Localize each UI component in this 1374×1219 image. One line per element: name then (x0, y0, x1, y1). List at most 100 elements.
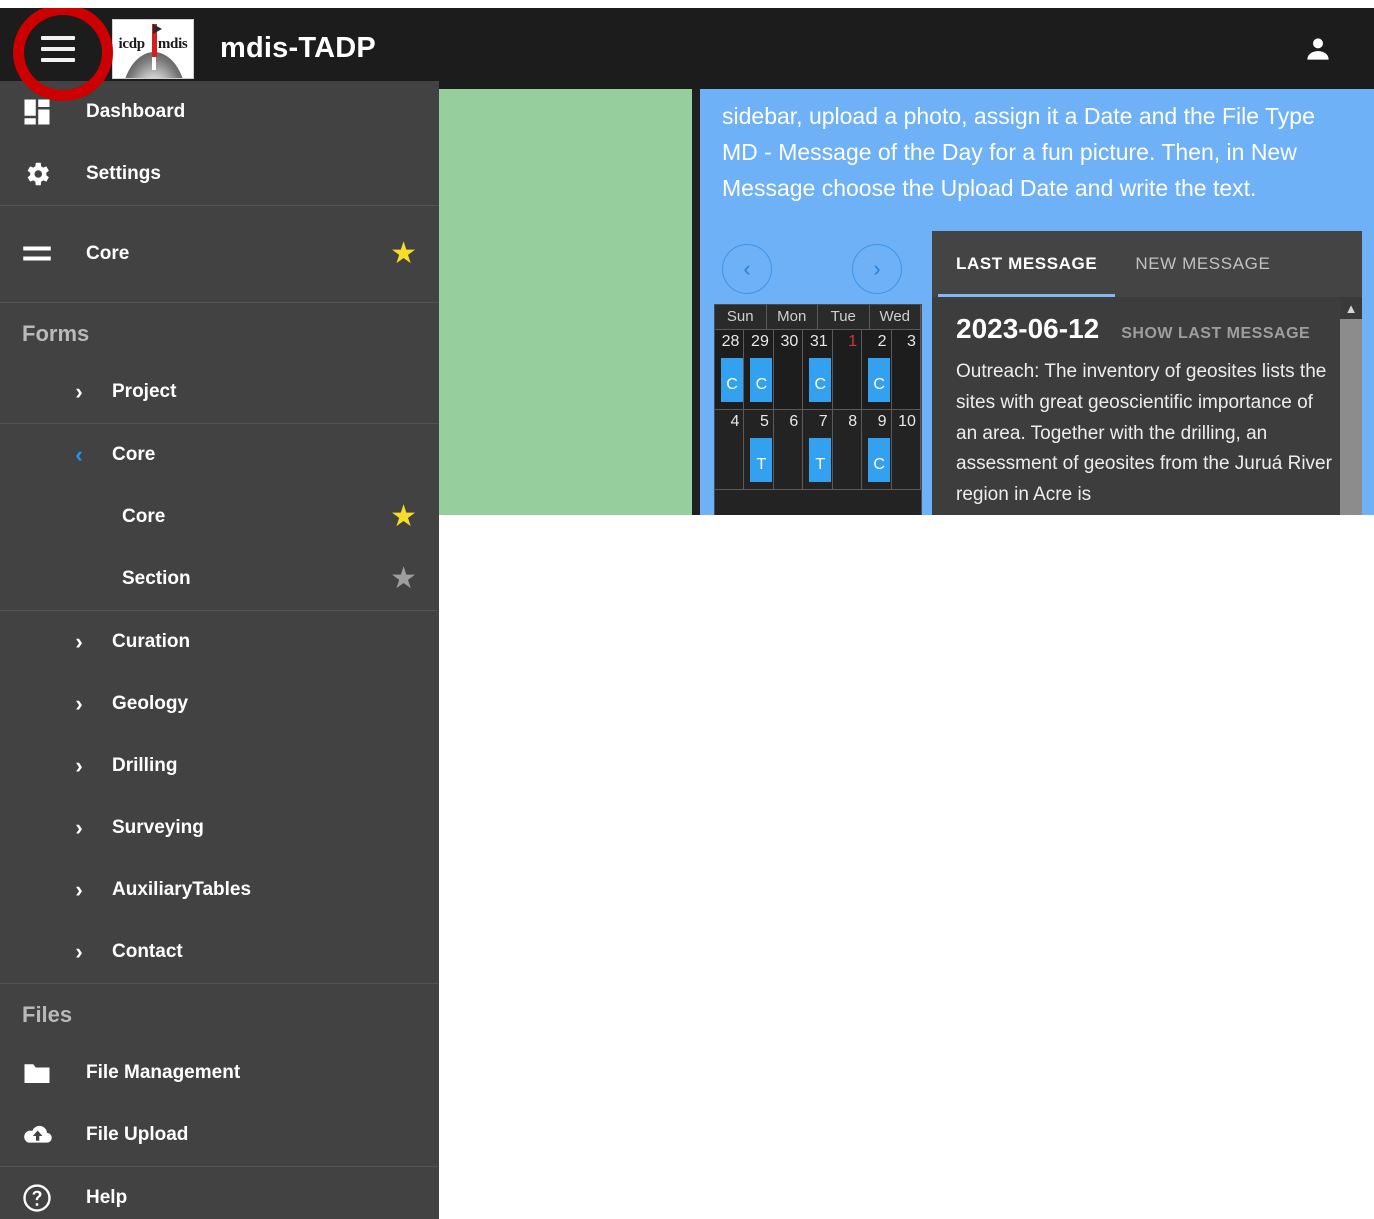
calendar-day-cell[interactable]: 2 C (862, 330, 892, 409)
favorite-star-icon[interactable]: ★ (390, 564, 417, 594)
favorite-star-icon[interactable]: ★ (390, 239, 417, 269)
sidebar-item-core-group[interactable]: ‹ Core (0, 424, 439, 486)
calendar-event-chip[interactable]: C (809, 358, 832, 402)
calendar-day-cell[interactable]: 8 (832, 410, 863, 489)
sidebar-item-core-top[interactable]: Core ★ (0, 206, 439, 302)
chevron-right-icon: › (75, 815, 83, 840)
sidebar-item-geology[interactable]: › Geology (0, 673, 439, 735)
sidebar-item-project[interactable]: › Project (0, 361, 439, 423)
chevron-right-icon[interactable]: › (852, 244, 902, 294)
sidebar-item-label: Geology (112, 693, 189, 714)
sidebar-item-surveying[interactable]: › Surveying (0, 797, 439, 859)
message-date: 2023-06-12 (956, 313, 1100, 344)
chevron-left-icon[interactable]: ‹ (722, 244, 772, 294)
favorite-star-icon[interactable]: ★ (390, 502, 417, 532)
calendar-weekday: Mon (766, 305, 818, 329)
calendar-day-number: 31 (809, 333, 828, 350)
message-card: LAST MESSAGE NEW MESSAGE 2023-06-12 SHOW… (932, 231, 1362, 515)
sidebar-section-forms-title: Forms (22, 321, 90, 346)
calendar-day-cell[interactable]: 7 T (803, 410, 833, 489)
icdp-mdis-logo: icdp mdis (112, 18, 194, 79)
calendar-day-cell[interactable]: 31 C (803, 330, 833, 409)
calendar-day-cell[interactable]: 29 C (744, 330, 774, 409)
message-text: Outreach: The inventory of geosites list… (956, 361, 1332, 506)
cloud-upload-icon (22, 1123, 66, 1147)
calendar-event-chip[interactable]: C (868, 358, 891, 402)
sidebar-item-contact[interactable]: › Contact (0, 921, 439, 983)
chevron-right-icon: › (75, 877, 83, 902)
sidebar-subitem-core[interactable]: Core ★ (0, 486, 439, 548)
sidebar-item-label: AuxiliaryTables (112, 879, 252, 900)
calendar-day-number: 2 (877, 333, 887, 350)
sidebar-item-help[interactable]: Help (0, 1167, 439, 1219)
calendar-event-chip[interactable]: C (721, 358, 743, 402)
calendar-day-number: 1 (848, 333, 858, 350)
sidebar-item-label: Dashboard (86, 101, 186, 122)
sidebar-item-label: Settings (86, 163, 161, 184)
calendar-widget[interactable]: Sun Mon Tue Wed 28 C 29 C 30 31 C 1 2 C … (714, 304, 922, 515)
logo-text-icdp: icdp (118, 35, 146, 52)
calendar-week-row: 4 5 T 6 7 T 8 9 C 10 (715, 410, 921, 490)
app-title: mdis-TADP (220, 32, 376, 64)
calendar-day-number: 4 (730, 413, 740, 430)
sidebar-item-label: Curation (112, 631, 191, 652)
tab-last-message[interactable]: LAST MESSAGE (937, 231, 1116, 297)
sidebar-item-label: File Upload (86, 1124, 189, 1145)
sidebar-subitem-section[interactable]: Section ★ (0, 548, 439, 610)
chevron-right-icon: › (75, 753, 83, 778)
calendar-day-cell[interactable]: 6 (773, 410, 804, 489)
sidebar-item-curation[interactable]: › Curation (0, 611, 439, 673)
page-top-edge (0, 0, 1374, 8)
calendar-day-cell[interactable]: 3 (891, 330, 921, 409)
account-person-icon[interactable] (1294, 25, 1342, 73)
hamburger-menu-icon[interactable] (30, 21, 86, 77)
dashboard-grid-icon (22, 97, 66, 127)
hamburger-bar (41, 57, 75, 62)
calendar-day-cell[interactable]: 28 C (715, 330, 745, 409)
sidebar-item-auxiliarytables[interactable]: › AuxiliaryTables (0, 859, 439, 921)
sidebar-item-drilling[interactable]: › Drilling (0, 735, 439, 797)
calendar-day-cell-today[interactable]: 1 (832, 330, 863, 409)
sidebar-item-label: Surveying (112, 817, 204, 838)
calendar-day-cell[interactable]: 4 (715, 410, 745, 489)
top-toolbar: icdp mdis mdis-TADP (0, 8, 1374, 89)
sidebar-item-label: Contact (112, 941, 183, 962)
list-lines-icon (22, 245, 66, 263)
logo-text-mdis: mdis (157, 35, 188, 52)
message-scrollbar[interactable]: ▲ (1340, 297, 1362, 515)
help-circle-icon (22, 1183, 66, 1213)
calendar-event-chip[interactable]: T (809, 438, 832, 482)
calendar-day-cell[interactable]: 30 (773, 330, 804, 409)
calendar-day-number: 3 (907, 333, 916, 350)
logo-wordmark: icdp mdis (113, 36, 193, 53)
sidebar-item-label: Help (86, 1187, 128, 1208)
chevron-up-icon[interactable]: ▲ (1340, 297, 1362, 319)
message-date-row: 2023-06-12 SHOW LAST MESSAGE (956, 313, 1338, 345)
calendar-day-number: 9 (877, 413, 887, 430)
calendar-event-chip[interactable]: T (750, 438, 773, 482)
sidebar-item-file-management[interactable]: File Management (0, 1042, 439, 1104)
chevron-right-icon: › (75, 691, 83, 716)
calendar-day-cell[interactable]: 10 (891, 410, 921, 489)
calendar-day-number: 10 (898, 413, 916, 430)
sidebar-item-label: Core (86, 243, 130, 264)
tab-new-message[interactable]: NEW MESSAGE (1135, 231, 1270, 297)
folder-icon (22, 1060, 66, 1086)
calendar-week-row: 28 C 29 C 30 31 C 1 2 C 3 (715, 330, 921, 410)
calendar-day-cell[interactable]: 9 C (862, 410, 892, 489)
calendar-weekday: Wed (869, 305, 921, 329)
sidebar-item-label: Project (112, 381, 177, 402)
calendar-day-cell[interactable]: 5 T (744, 410, 774, 489)
sidebar-item-dashboard[interactable]: Dashboard (0, 81, 439, 143)
message-body: 2023-06-12 SHOW LAST MESSAGE Outreach: T… (932, 297, 1362, 515)
calendar-event-chip[interactable]: C (750, 358, 773, 402)
sidebar-item-settings[interactable]: Settings (0, 143, 439, 205)
sidebar-subitem-label: Core (122, 506, 166, 527)
calendar-event-chip[interactable]: C (868, 438, 891, 482)
sidebar-item-file-upload[interactable]: File Upload (0, 1104, 439, 1166)
gear-icon (22, 159, 66, 189)
logo-drill-head-shape (153, 23, 162, 34)
instructions-text: sidebar, upload a photo, assign it a Dat… (722, 103, 1315, 201)
show-last-message-button[interactable]: SHOW LAST MESSAGE (1121, 325, 1310, 343)
hamburger-bar (41, 35, 75, 40)
